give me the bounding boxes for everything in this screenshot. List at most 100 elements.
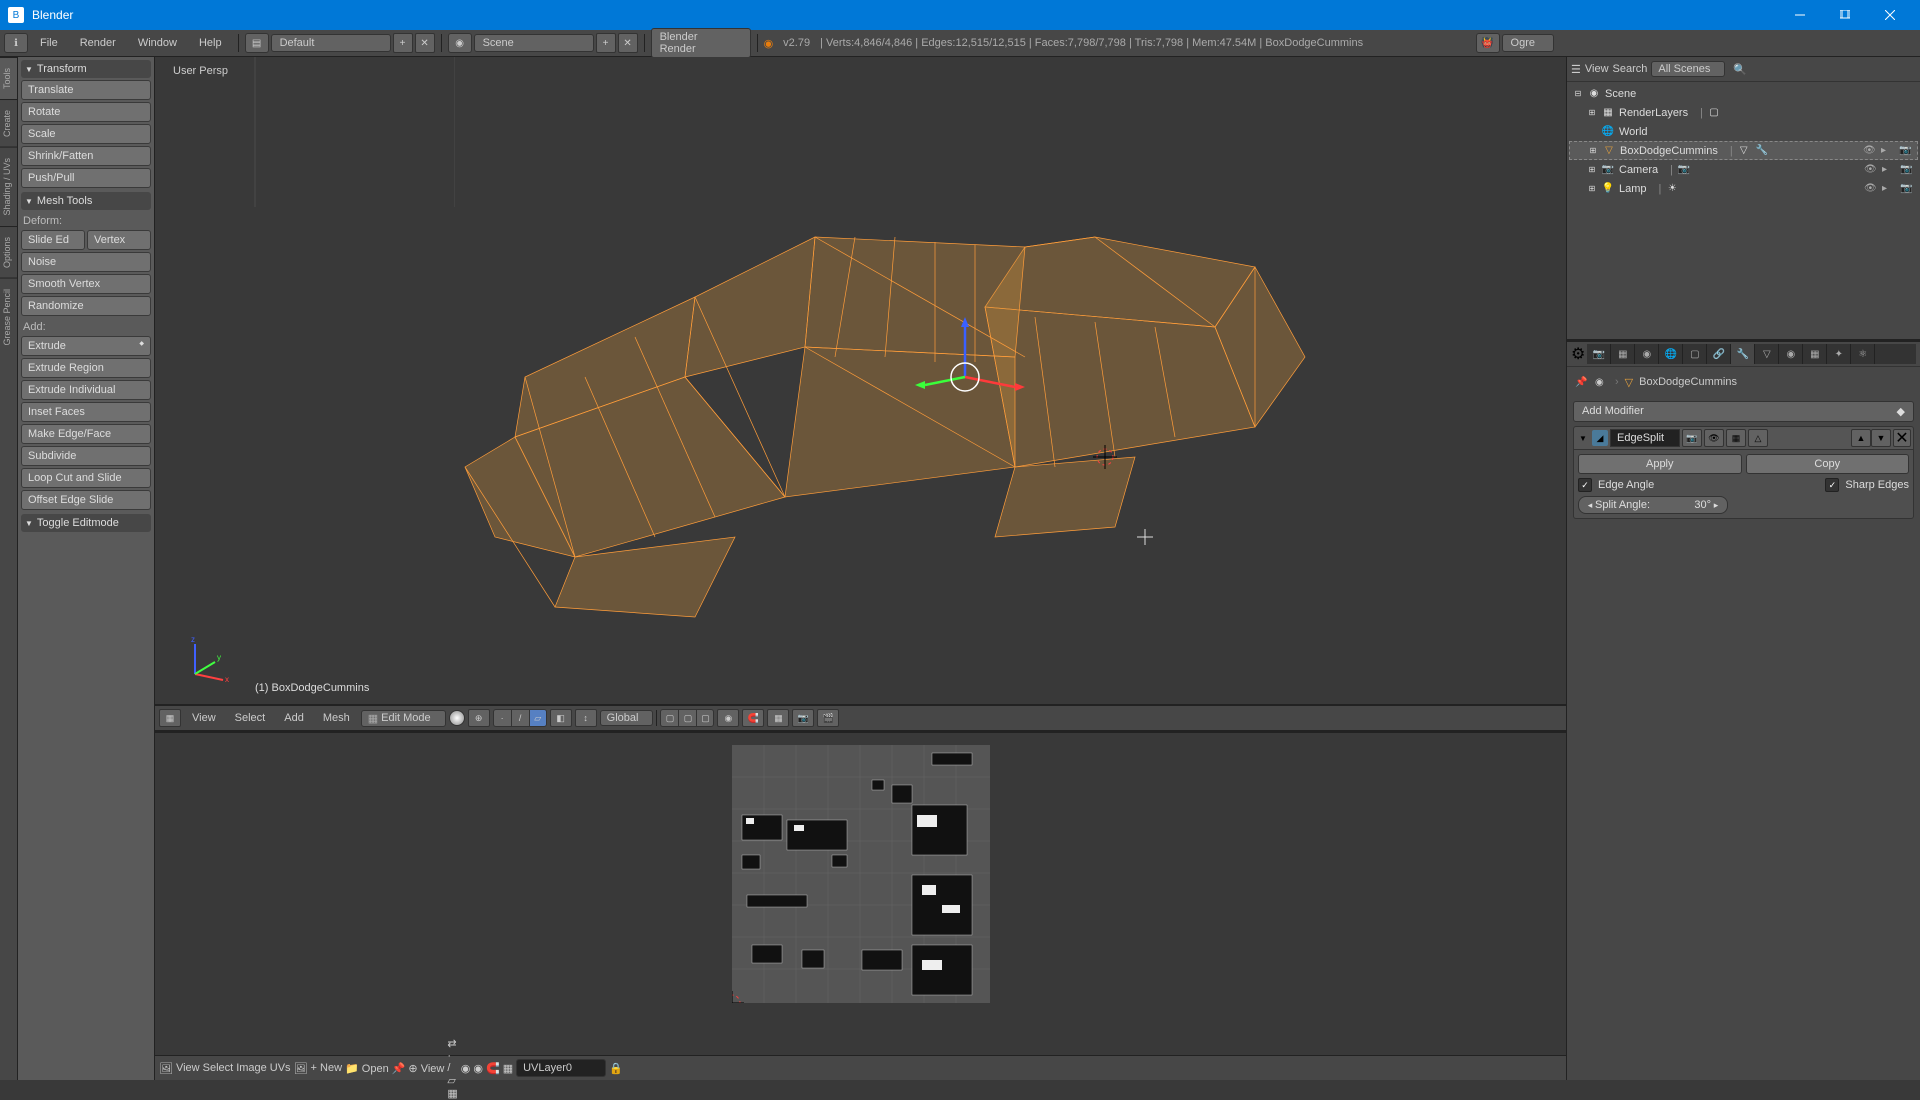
uv-image-editor[interactable]: 🖼 View Select Image UVs 🖼 + New 📁 Open 📌… bbox=[155, 730, 1566, 1080]
inset-faces-button[interactable]: Inset Faces bbox=[21, 402, 151, 422]
scene-add-button[interactable]: + bbox=[596, 33, 616, 53]
vp-menu-select[interactable]: Select bbox=[227, 709, 274, 727]
vertex-select-toggle[interactable]: · bbox=[493, 709, 511, 727]
outliner-menu-search[interactable]: Search bbox=[1613, 63, 1648, 75]
make-edge-face-button[interactable]: Make Edge/Face bbox=[21, 424, 151, 444]
mesh-tools-section-header[interactable]: Mesh Tools bbox=[21, 192, 151, 210]
open-image-button[interactable]: 📁 Open bbox=[345, 1062, 389, 1075]
extrude-dropdown[interactable]: Extrude bbox=[21, 336, 151, 356]
extrude-region-button[interactable]: Extrude Region bbox=[21, 358, 151, 378]
prop-tab-particles[interactable]: ✦ bbox=[1827, 344, 1851, 364]
uv-edge-select[interactable]: / bbox=[447, 1062, 457, 1074]
menu-file[interactable]: File bbox=[30, 33, 68, 53]
tree-scene[interactable]: ⊟ ◉ Scene bbox=[1569, 84, 1918, 103]
uv-menu-view[interactable]: View bbox=[176, 1062, 200, 1074]
uv-menu-uvs[interactable]: UVs bbox=[270, 1062, 291, 1074]
loop-cut-button[interactable]: Loop Cut and Slide bbox=[21, 468, 151, 488]
close-button[interactable] bbox=[1867, 0, 1912, 30]
visibility-eye-icon[interactable]: 👁 bbox=[1864, 183, 1878, 194]
editor-type-dropdown-icon[interactable]: ℹ bbox=[4, 33, 28, 53]
uv-layer-lock-icon[interactable]: 🔒 bbox=[609, 1062, 623, 1075]
menu-render[interactable]: Render bbox=[70, 33, 126, 53]
increment-icon[interactable]: ▸ bbox=[1711, 500, 1721, 511]
modifier-editmode-toggle[interactable]: ▦ bbox=[1726, 429, 1746, 447]
uvmap-browse-icon[interactable]: ▦ bbox=[503, 1062, 513, 1075]
uv-sync-toggle[interactable]: ⇄ bbox=[447, 1037, 457, 1050]
tree-camera[interactable]: ⊞ 📷 Camera | 📷 👁 ▸ 📷 bbox=[1569, 160, 1918, 179]
prop-tab-modifiers[interactable]: 🔧 bbox=[1731, 344, 1755, 364]
renderable-icon[interactable]: 📷 bbox=[1900, 164, 1914, 175]
tab-create[interactable]: Create bbox=[0, 99, 17, 147]
decrement-icon[interactable]: ◂ bbox=[1585, 500, 1595, 511]
uv-pivot-dropdown[interactable]: ⊕ View bbox=[408, 1062, 444, 1075]
split-angle-field[interactable]: ◂ Split Angle: 30° ▸ bbox=[1578, 496, 1728, 514]
modifier-expand-icon[interactable]: ▼ bbox=[1576, 434, 1590, 443]
proportional-edit-icon[interactable]: ◉ bbox=[717, 709, 739, 727]
modifier-move-down[interactable]: ▼ bbox=[1871, 429, 1891, 447]
modifier-apply-button[interactable]: Apply bbox=[1578, 454, 1742, 474]
expand-icon[interactable]: ⊞ bbox=[1587, 184, 1597, 193]
face-select-toggle[interactable]: ▱ bbox=[529, 709, 547, 727]
tab-options[interactable]: Options bbox=[0, 226, 17, 278]
visibility-eye-icon[interactable]: 👁 bbox=[1863, 145, 1877, 156]
randomize-button[interactable]: Randomize bbox=[21, 296, 151, 316]
uv-canvas[interactable] bbox=[732, 745, 990, 1003]
uv-menu-image[interactable]: Image bbox=[236, 1062, 267, 1074]
last-operator-header[interactable]: Toggle Editmode bbox=[21, 514, 151, 532]
renderable-icon[interactable]: 📷 bbox=[1899, 145, 1913, 156]
vp-menu-mesh[interactable]: Mesh bbox=[315, 709, 358, 727]
vp-menu-add[interactable]: Add bbox=[276, 709, 312, 727]
snap-element-icon[interactable]: ▦ bbox=[767, 709, 789, 727]
breadcrumb-object[interactable]: BoxDodgeCummins bbox=[1639, 376, 1737, 388]
modifier-move-up[interactable]: ▲ bbox=[1851, 429, 1871, 447]
screen-browse-icon[interactable]: ▤ bbox=[245, 33, 269, 53]
selectable-icon[interactable]: ▸ bbox=[1882, 164, 1896, 175]
uv-island-select[interactable]: ▦ bbox=[447, 1087, 457, 1100]
shading-mode-icon[interactable] bbox=[449, 710, 465, 726]
scene-dropdown[interactable]: Scene bbox=[474, 34, 594, 52]
renderable-icon[interactable]: 📷 bbox=[1900, 183, 1914, 194]
manipulator-toggle[interactable]: ↕ bbox=[575, 709, 597, 727]
modifier-display-toggle[interactable]: 👁 bbox=[1704, 429, 1724, 447]
menu-window[interactable]: Window bbox=[128, 33, 187, 53]
layer-toggle-3[interactable]: ▢ bbox=[696, 709, 714, 727]
uv-snap-icon[interactable]: 🧲 bbox=[486, 1062, 500, 1075]
3dview-editor-type-icon[interactable]: ▦ bbox=[159, 709, 181, 727]
pivot-dropdown-icon[interactable]: ⊕ bbox=[468, 709, 490, 727]
layer-toggle-2[interactable]: ▢ bbox=[678, 709, 696, 727]
ogre-exporter-icon[interactable]: 👹 bbox=[1476, 33, 1500, 53]
add-modifier-dropdown[interactable]: Add Modifier◆ bbox=[1573, 401, 1914, 422]
modifier-render-toggle[interactable]: 📷 bbox=[1682, 429, 1702, 447]
prop-tab-scene[interactable]: ◉ bbox=[1635, 344, 1659, 364]
edge-angle-checkbox[interactable]: ✓Edge Angle bbox=[1578, 478, 1654, 492]
rotate-button[interactable]: Rotate bbox=[21, 102, 151, 122]
prop-tab-constraints[interactable]: 🔗 bbox=[1707, 344, 1731, 364]
properties-editor-type-icon[interactable]: ⚙ bbox=[1571, 344, 1585, 364]
smooth-vertex-button[interactable]: Smooth Vertex bbox=[21, 274, 151, 294]
outliner-tree[interactable]: ⊟ ◉ Scene ⊞ ▦ RenderLayers | ▢ 🌐 World ⊞ bbox=[1567, 82, 1920, 339]
expand-icon[interactable]: ⊞ bbox=[1587, 165, 1597, 174]
screen-layout-dropdown[interactable]: Default bbox=[271, 34, 391, 52]
opengl-render-anim-icon[interactable]: 🎬 bbox=[817, 709, 839, 727]
modifier-cage-toggle[interactable]: △ bbox=[1748, 429, 1768, 447]
mode-dropdown[interactable]: ▦ Edit Mode bbox=[361, 710, 446, 727]
prop-tab-material[interactable]: ◉ bbox=[1779, 344, 1803, 364]
modifier-copy-button[interactable]: Copy bbox=[1746, 454, 1910, 474]
uv-proportional-icon[interactable]: ◉ bbox=[473, 1062, 483, 1075]
edge-select-toggle[interactable]: / bbox=[511, 709, 529, 727]
new-image-button[interactable]: + New bbox=[311, 1062, 343, 1074]
scale-button[interactable]: Scale bbox=[21, 124, 151, 144]
scene-browse-icon[interactable]: ◉ bbox=[448, 33, 472, 53]
pin-icon[interactable]: 📌 bbox=[1575, 377, 1589, 388]
tab-shading-uvs[interactable]: Shading / UVs bbox=[0, 147, 17, 226]
orientation-dropdown[interactable]: Global bbox=[600, 710, 654, 726]
selectable-icon[interactable]: ▸ bbox=[1882, 183, 1896, 194]
opengl-render-icon[interactable]: 📷 bbox=[792, 709, 814, 727]
transform-section-header[interactable]: Transform bbox=[21, 60, 151, 78]
outliner-menu-view[interactable]: View bbox=[1585, 63, 1609, 75]
tree-renderlayers[interactable]: ⊞ ▦ RenderLayers | ▢ bbox=[1569, 103, 1918, 122]
prop-tab-texture[interactable]: ▦ bbox=[1803, 344, 1827, 364]
noise-button[interactable]: Noise bbox=[21, 252, 151, 272]
pin-image-icon[interactable]: 📌 bbox=[392, 1062, 406, 1075]
snap-toggle-icon[interactable]: 🧲 bbox=[742, 709, 764, 727]
